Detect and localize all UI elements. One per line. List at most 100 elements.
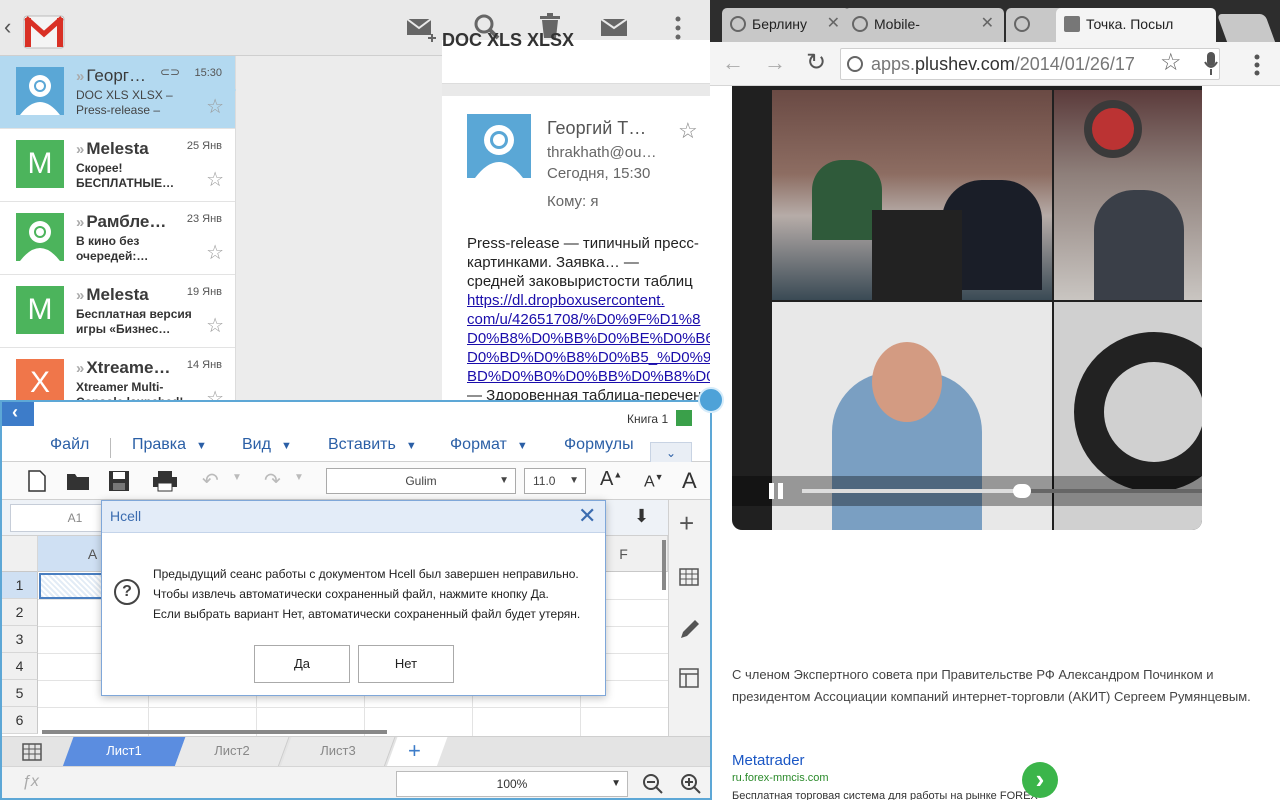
layout-icon[interactable] [679,668,699,688]
yes-button[interactable]: Да [254,645,350,683]
row-header[interactable]: 2 [2,599,38,626]
edit-pen-icon[interactable] [679,618,701,640]
row-header[interactable]: 4 [2,653,38,680]
new-document-icon[interactable] [28,470,46,492]
dropbox-link[interactable]: https://dl.dropboxusercontent. com/u/426… [467,291,710,386]
microphone-icon[interactable] [1204,52,1218,76]
menu-file[interactable]: Файл [50,436,89,454]
menu-format[interactable]: Формат ▼ [450,436,528,454]
save-icon[interactable] [108,470,130,492]
message-body: Press-release — типичный пресс- картинка… [467,234,710,400]
message-snippet: DOC XLS XLSX – Press-release – [76,88,173,117]
star-icon[interactable]: ☆ [206,386,224,400]
ad-description: Бесплатная торговая система для работы н… [732,790,1038,800]
back-arrow-icon[interactable]: ← [722,50,744,76]
increase-font-icon[interactable]: A▲ [600,468,622,491]
close-icon[interactable]: ✕ [578,503,596,529]
link-line[interactable]: D0%BD%D0%B8%D0%B5_%D0%90 [467,348,710,367]
menu-edit[interactable]: Правка ▼ [132,436,207,454]
font-style-icon[interactable]: A [682,468,697,494]
forward-arrow-icon[interactable]: → [764,50,786,76]
conversation-item[interactable]: » Георг… ⊂⊃ 15:30 DOC XLS XLSX – Press-relea… [0,56,235,129]
no-button[interactable]: Нет [358,645,454,683]
tab-berlin[interactable]: Берлину ✕ [722,8,850,42]
menu-insert[interactable]: Вставить ▼ [328,436,417,454]
screen: ‹ » Георг… ⊂⊃ 15:30 DOC XLS XLSX – Press… [0,0,1280,800]
star-icon[interactable]: ☆ [206,240,224,265]
ad-title[interactable]: Metatrader [732,752,805,769]
message-date: 15:30 [194,67,222,79]
video-progress [802,489,1022,493]
vertical-scrollbar[interactable] [662,540,666,590]
chevron-down-icon: ▼ [196,440,207,452]
menu-view[interactable]: Вид ▼ [242,436,292,454]
chrome-menu-icon[interactable] [1254,54,1260,76]
tab-mobile[interactable]: Mobile- ✕ [844,8,1004,42]
formula-expand-icon[interactable]: ⬇ [634,506,649,527]
font-name-select[interactable]: Gulim ▼ [326,468,516,494]
body-line: Press-release — типичный пресс- [467,235,699,252]
link-line[interactable]: BD%D0%B0%D0%BB%D0%B8%D0% [467,367,710,386]
sender-name: Георгий Т… [547,118,647,138]
importance-marker-icon: » [76,214,85,231]
row-header[interactable]: 6 [2,707,38,734]
compose-icon[interactable] [406,16,438,42]
corner-header[interactable] [2,536,38,572]
undo-icon[interactable]: ↶ [202,468,219,493]
font-size-select[interactable]: 11.0 ▼ [524,468,586,494]
collapse-menu-button[interactable]: ‹ [2,402,34,426]
link-line[interactable]: https://dl.dropboxusercontent. [467,291,710,310]
video-seek-handle[interactable] [1013,484,1031,498]
close-tab-icon[interactable]: ✕ [827,8,840,40]
dialog-title: Hcell [110,508,142,524]
split-window-handle[interactable] [698,387,724,413]
sheet-list-icon[interactable] [22,743,42,761]
reload-icon[interactable]: ↻ [806,48,826,77]
video-player[interactable] [732,86,1202,530]
overflow-menu-icon[interactable] [675,16,681,40]
link-line[interactable]: com/u/42651708/%D0%9F%D1%8 [467,310,710,329]
expand-ribbon-icon[interactable]: ⌄ [650,442,692,462]
row-header[interactable]: 3 [2,626,38,653]
favicon-icon [1064,16,1080,32]
star-icon[interactable]: ☆ [206,94,224,119]
tab-tochka[interactable]: Точка. Посыл [1056,8,1216,42]
function-icon[interactable]: ƒx [22,773,39,791]
insert-table-icon[interactable] [679,568,701,588]
conversation-item[interactable]: M» Melesta 25 Янв Скорее! БЕСПЛАТНЫЕ… ☆ [0,129,235,202]
link-line[interactable]: D0%B8%D0%BB%D0%BE%D0%B6 [467,329,710,348]
star-icon[interactable]: ☆ [206,167,224,192]
close-tab-icon[interactable]: ✕ [981,8,994,40]
pause-icon[interactable] [768,483,784,499]
row-header[interactable]: 5 [2,680,38,707]
dialog-message: Предыдущий сеанс работы с документом Hce… [153,564,603,624]
conversation-item[interactable]: X»Xtreame…14 ЯнвXtreamer Multi-Console l… [0,348,235,400]
open-folder-icon[interactable] [66,471,90,491]
bookmark-star-icon[interactable]: ☆ [1160,48,1182,77]
horizontal-scrollbar[interactable] [42,730,387,734]
zoom-in-icon[interactable] [680,773,702,795]
zoom-out-icon[interactable] [642,773,664,795]
body-line: картинками. Заявка… — [467,254,639,271]
add-icon[interactable]: + [679,508,694,539]
conversation-item[interactable]: » Рамбле… 23 Янв В кино без очередей:… ☆ [0,202,235,275]
print-icon[interactable] [152,470,178,492]
zoom-select[interactable]: 100% ▼ [396,771,628,797]
message-time: Сегодня, 15:30 [547,165,651,182]
ad-banner[interactable]: Metatrader ru.forex-mmcis.com Бесплатная… [710,750,1280,800]
star-icon[interactable]: ☆ [678,118,698,144]
back-chevron-icon[interactable]: ‹ [4,14,11,40]
row-header[interactable]: 1 [2,572,38,599]
decrease-font-icon[interactable]: A▼ [644,472,664,491]
body-line: средней заковыристости таблиц [467,273,693,290]
ad-arrow-icon[interactable]: › [1022,762,1058,798]
globe-icon [730,16,746,32]
new-tab-button[interactable] [1216,14,1276,42]
redo-icon[interactable]: ↷ [264,468,281,493]
mark-unread-icon[interactable] [600,16,628,38]
gmail-logo-icon[interactable] [22,8,66,50]
menu-formulas[interactable]: Формулы [564,436,634,454]
conversation-item[interactable]: M» Melesta 19 Янв Бесплатная версия игры «Б… [0,275,235,348]
video-seek-bar[interactable] [802,484,1202,498]
star-icon[interactable]: ☆ [206,313,224,338]
